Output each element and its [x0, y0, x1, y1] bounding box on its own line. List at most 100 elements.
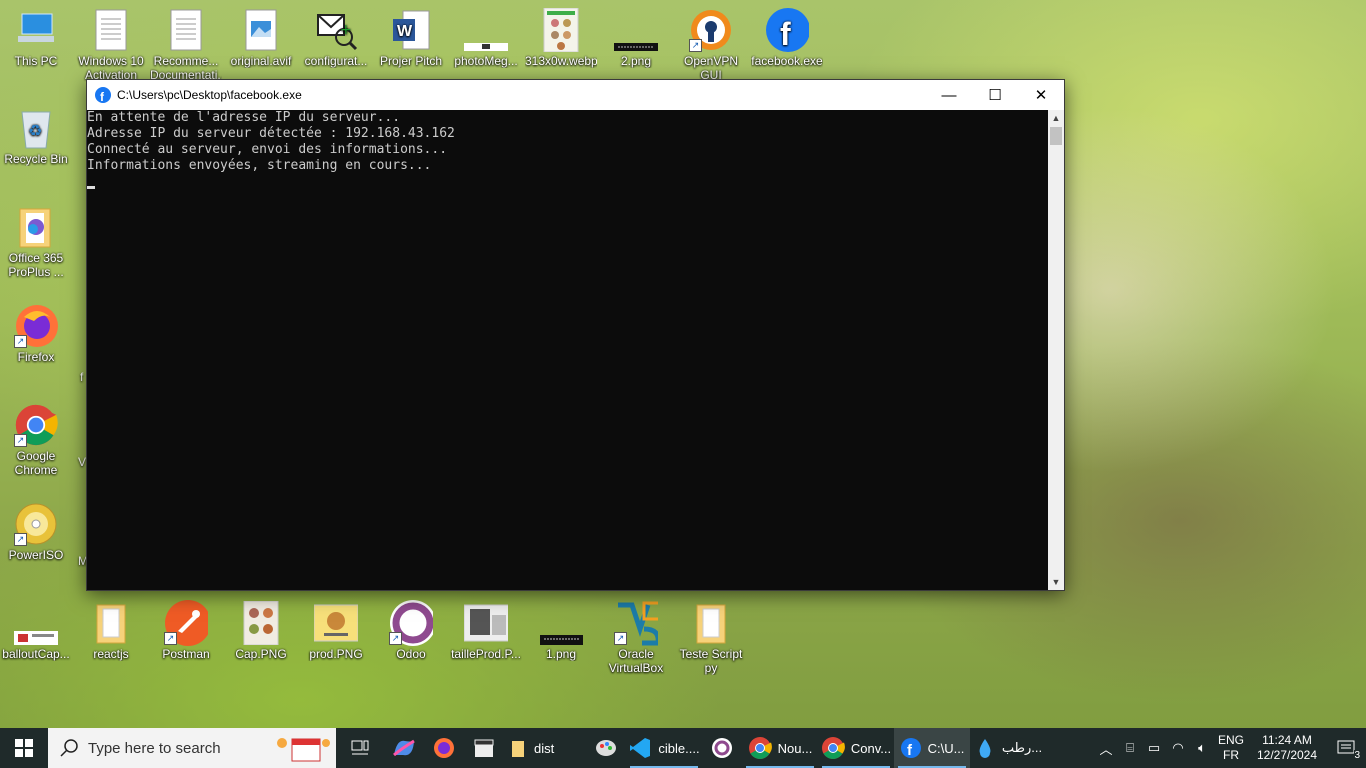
console-line: Adresse IP du serveur détectée : 192.168… — [87, 126, 455, 141]
taskbar-task-view[interactable] — [336, 728, 384, 768]
meet-now-icon[interactable]: ⌸ — [1118, 740, 1142, 756]
taskbar-vscode[interactable]: cible.... — [626, 728, 702, 768]
firefox-icon: ↗ — [14, 304, 58, 348]
desktop-icon-recycle-bin[interactable]: ♻ Recycle Bin — [0, 106, 72, 166]
odoo-icon: ↗ — [389, 600, 433, 646]
taskbar-copilot[interactable] — [384, 728, 424, 768]
desktop-icon-projer-pitch[interactable]: W Projer Pitch — [375, 8, 447, 68]
chrome-icon — [821, 737, 845, 759]
taskbar-odoo[interactable] — [702, 728, 742, 768]
computer-icon — [14, 8, 58, 52]
wifi-icon[interactable]: ◠ — [1166, 740, 1190, 756]
desktop-icon-reactjs[interactable]: reactjs — [75, 601, 147, 661]
image-thumbnail-icon — [539, 601, 583, 645]
volume-icon[interactable]: 🔈︎ — [1190, 740, 1214, 756]
search-placeholder: Type here to search — [88, 739, 221, 757]
desktop-icon-oracle-virtualbox[interactable]: ↗ Oracle VirtualBox — [600, 601, 672, 675]
office-folder-icon — [14, 205, 58, 249]
image-thumbnail-icon — [239, 601, 283, 645]
system-tray: ︿ ⌸ ▭ ◠ 🔈︎ ENG FR 11:24 AM 12/27/2024 3 — [1094, 728, 1366, 768]
firefox-icon — [434, 738, 454, 758]
task-view-icon — [351, 740, 369, 755]
notification-center-button[interactable]: 3 — [1326, 728, 1366, 768]
virtualbox-icon: ↗ — [614, 601, 658, 646]
desktop-icon-this-pc[interactable]: This PC — [0, 8, 72, 68]
maximize-button[interactable]: ☐ — [972, 80, 1018, 110]
start-button[interactable] — [0, 728, 48, 768]
taskbar-chrome-nouveau[interactable]: Nou... — [742, 728, 818, 768]
recycle-bin-icon: ♻ — [14, 106, 58, 150]
clock[interactable]: 11:24 AM 12/27/2024 — [1248, 733, 1326, 763]
image-thumbnail-icon — [464, 601, 508, 645]
clock-date: 12/27/2024 — [1256, 748, 1318, 762]
taskbar-chrome-conv[interactable]: Conv... — [818, 728, 894, 768]
taskbar-search[interactable]: Type here to search — [48, 728, 336, 768]
openvpn-icon: ↗ — [689, 8, 733, 52]
svg-text:♻: ♻ — [28, 121, 42, 140]
console-line: En attente de l'adresse IP du serveur... — [87, 110, 401, 125]
desktop-icon-teste-script-py[interactable]: Teste Script py — [675, 601, 747, 675]
odoo-icon — [712, 738, 732, 758]
clapperboard-icon — [474, 739, 494, 757]
paint-icon — [596, 740, 616, 756]
minimize-button[interactable]: — — [926, 80, 972, 110]
desktop-icon-firefox[interactable]: ↗ Firefox — [0, 304, 72, 364]
scroll-down-icon[interactable]: ▼ — [1048, 574, 1064, 590]
desktop-icon-1-png[interactable]: 1.png — [525, 601, 597, 661]
taskbar-explorer-dist[interactable]: dist — [504, 728, 586, 768]
desktop-icon-poweriso[interactable]: ↗ PowerISO — [0, 502, 72, 562]
water-drop-icon — [979, 739, 991, 758]
desktop-icon-balloutcap[interactable]: balloutCap... — [0, 601, 72, 661]
console-titlebar[interactable]: f C:\Users\pc\Desktop\facebook.exe — ☐ ✕ — [87, 80, 1064, 110]
desktop-icon-postman[interactable]: ↗ Postman — [150, 600, 222, 661]
taskbar-media-app[interactable] — [464, 728, 504, 768]
language-indicator[interactable]: ENG FR — [1214, 733, 1248, 763]
vscode-icon — [630, 738, 651, 758]
desktop-icon-office-365[interactable]: Office 365 ProPlus ... — [0, 205, 72, 279]
console-line: Connecté au serveur, envoi des informati… — [87, 142, 448, 157]
copilot-icon — [393, 739, 415, 757]
hidden-icon-label-v: V — [78, 455, 87, 469]
notification-icon — [1337, 740, 1355, 754]
desktop-icon-facebook-exe[interactable]: f facebook.exe — [751, 8, 823, 68]
vertical-scrollbar[interactable]: ▲ ▼ — [1048, 110, 1064, 590]
desktop-icon-photomeg[interactable]: photoMeg... — [450, 8, 522, 68]
image-thumbnail-icon — [314, 601, 358, 645]
taskbar-paint[interactable] — [586, 728, 626, 768]
windows-icon — [15, 739, 33, 757]
desktop-icon-cap-png[interactable]: Cap.PNG — [225, 601, 297, 661]
desktop-icon-tailleprod[interactable]: tailleProd.P... — [450, 601, 522, 661]
console-output[interactable]: En attente de l'adresse IP du serveur...… — [87, 110, 1048, 590]
taskbar-console-facebook[interactable]: f C:\U... — [894, 728, 970, 768]
show-hidden-icons-chevron-icon[interactable]: ︿ — [1094, 739, 1118, 758]
notification-count: 3 — [1354, 750, 1360, 761]
scroll-thumb[interactable] — [1050, 127, 1062, 145]
console-window[interactable]: f C:\Users\pc\Desktop\facebook.exe — ☐ ✕… — [86, 79, 1065, 591]
desktop-icon-prod-png[interactable]: prod.PNG — [300, 601, 372, 661]
battery-icon[interactable]: ▭ — [1142, 740, 1166, 756]
desktop-icon-2-png[interactable]: 2.png — [600, 8, 672, 68]
close-button[interactable]: ✕ — [1018, 80, 1064, 110]
desktop-icon-original-avif[interactable]: original.avif — [225, 8, 297, 68]
desktop-icon-windows-activation[interactable]: Windows 10 Activation — [75, 8, 147, 82]
svg-text:+: + — [340, 22, 352, 38]
taskbar-app-water[interactable]: رطب... — [970, 728, 1046, 768]
postman-icon: ↗ — [164, 600, 208, 646]
desktop-icon-313x0w[interactable]: 313x0w.webp — [525, 8, 597, 68]
chrome-icon: ↗ — [14, 403, 58, 447]
clock-time: 11:24 AM — [1262, 733, 1312, 747]
facebook-icon: f — [900, 738, 921, 759]
image-thumbnail-icon — [539, 8, 583, 52]
desktop-icon-odoo[interactable]: ↗ Odoo — [375, 600, 447, 661]
scroll-up-icon[interactable]: ▲ — [1048, 110, 1064, 126]
image-thumbnail-icon — [464, 8, 508, 52]
hidden-icon-label-f: f — [80, 370, 84, 384]
desktop-icon-openvpn[interactable]: ↗ OpenVPN GUI — [675, 8, 747, 82]
taskbar-firefox[interactable] — [424, 728, 464, 768]
calendar-highlight-icon — [277, 738, 330, 762]
desktop-icon-recommendations[interactable]: Recomme... Documentati... — [150, 8, 222, 82]
desktop-icon-configuration[interactable]: + configurat... — [300, 8, 372, 68]
desktop-icon-google-chrome[interactable]: ↗ Google Chrome — [0, 403, 72, 477]
image-thumbnail-icon — [14, 601, 58, 645]
image-thumbnail-icon — [614, 8, 658, 52]
